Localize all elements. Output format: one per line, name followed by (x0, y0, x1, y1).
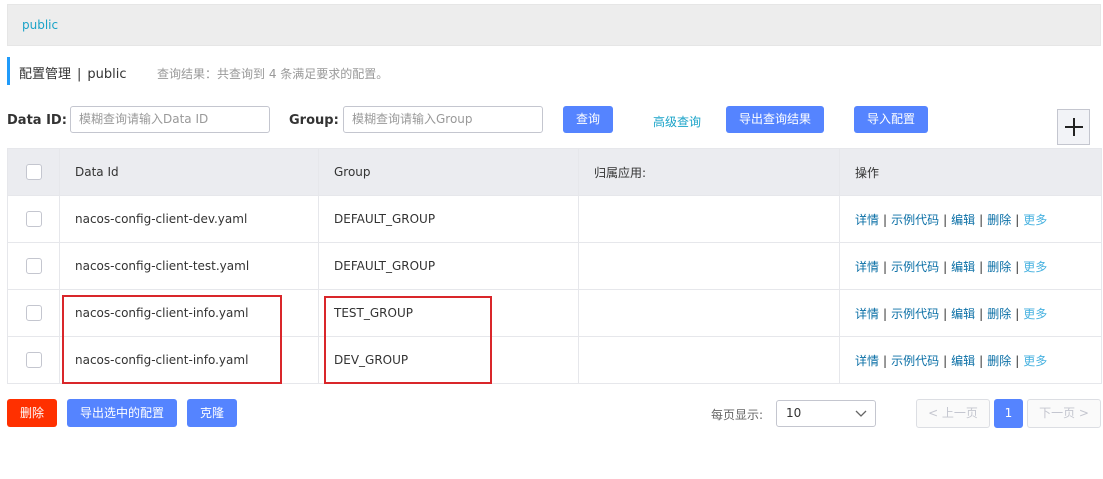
cell-group: DEFAULT_GROUP (318, 195, 579, 243)
delete-link[interactable]: 删除 (987, 260, 1011, 274)
page-size-value: 10 (786, 406, 802, 420)
action-separator: | (943, 259, 948, 274)
detail-link[interactable]: 详情 (855, 213, 879, 227)
row-checkbox[interactable] (25, 211, 42, 227)
query-button[interactable]: 查询 (563, 106, 613, 133)
action-separator: | (883, 212, 888, 227)
cell-app (578, 336, 840, 384)
action-separator: | (943, 212, 948, 227)
sample-code-link[interactable]: 示例代码 (891, 213, 939, 227)
page-title: 配置管理 | public (19, 63, 127, 82)
export-results-button[interactable]: 导出查询结果 (726, 106, 824, 133)
cell-actions: 详情 | 示例代码 | 编辑 | 删除 | 更多 (839, 242, 1102, 290)
row-checkbox[interactable] (25, 305, 42, 321)
sample-code-link[interactable]: 示例代码 (891, 354, 939, 368)
data-id-label: Data ID: (7, 113, 67, 128)
cell-data-id: nacos-config-client-dev.yaml (59, 195, 319, 243)
delete-link[interactable]: 删除 (987, 307, 1011, 321)
cell-app (578, 242, 840, 290)
table-row: nacos-config-client-dev.yaml DEFAULT_GRO… (7, 195, 1102, 243)
column-header-actions: 操作 (839, 148, 1102, 196)
cell-app (578, 289, 840, 337)
page-size-label: 每页显示: (711, 408, 764, 422)
action-separator: | (1015, 306, 1020, 321)
action-separator: | (943, 306, 948, 321)
cell-actions: 详情 | 示例代码 | 编辑 | 删除 | 更多 (839, 195, 1102, 243)
delete-link[interactable]: 删除 (987, 354, 1011, 368)
edit-link[interactable]: 编辑 (951, 213, 975, 227)
next-page-button[interactable]: 下一页 > (1027, 399, 1101, 428)
detail-link[interactable]: 详情 (855, 307, 879, 321)
clone-button[interactable]: 克隆 (187, 399, 237, 427)
title-accent-bar (7, 57, 10, 85)
cell-group: DEFAULT_GROUP (318, 242, 579, 290)
page-1-button[interactable]: 1 (994, 399, 1023, 428)
row-checkbox[interactable] (25, 352, 42, 368)
chevron-down-icon (855, 410, 867, 417)
detail-link[interactable]: 详情 (855, 260, 879, 274)
highlight-box-data-id (62, 295, 282, 384)
action-separator: | (943, 353, 948, 368)
more-link[interactable]: 更多 (1023, 354, 1047, 368)
page-size-select[interactable]: 10 (776, 400, 876, 427)
select-all-checkbox[interactable] (25, 164, 42, 180)
group-input[interactable]: 模糊查询请输入Group (343, 106, 543, 133)
cell-actions: 详情 | 示例代码 | 编辑 | 删除 | 更多 (839, 289, 1102, 337)
page-header: 配置管理 | public 查询结果：共查询到 4 条满足要求的配置。 (7, 57, 707, 85)
edit-link[interactable]: 编辑 (951, 307, 975, 321)
prev-page-button[interactable]: < 上一页 (916, 399, 990, 428)
cell-actions: 详情 | 示例代码 | 编辑 | 删除 | 更多 (839, 336, 1102, 384)
more-link[interactable]: 更多 (1023, 260, 1047, 274)
more-link[interactable]: 更多 (1023, 307, 1047, 321)
detail-link[interactable]: 详情 (855, 354, 879, 368)
column-header-data-id: Data Id (59, 148, 319, 196)
add-config-button[interactable] (1057, 109, 1090, 145)
namespace-item-public[interactable]: public (22, 18, 58, 32)
group-label: Group: (289, 113, 339, 128)
table-row: nacos-config-client-test.yaml DEFAULT_GR… (7, 242, 1102, 290)
row-checkbox[interactable] (25, 258, 42, 274)
action-separator: | (979, 212, 984, 227)
action-separator: | (979, 259, 984, 274)
action-separator: | (979, 353, 984, 368)
action-separator: | (979, 306, 984, 321)
edit-link[interactable]: 编辑 (951, 354, 975, 368)
edit-link[interactable]: 编辑 (951, 260, 975, 274)
delete-link[interactable]: 删除 (987, 213, 1011, 227)
sample-code-link[interactable]: 示例代码 (891, 307, 939, 321)
action-separator: | (1015, 353, 1020, 368)
action-separator: | (883, 353, 888, 368)
sample-code-link[interactable]: 示例代码 (891, 260, 939, 274)
highlight-box-group (324, 296, 492, 384)
more-link[interactable]: 更多 (1023, 213, 1047, 227)
export-selected-button[interactable]: 导出选中的配置 (67, 399, 177, 427)
column-header-app: 归属应用: (578, 148, 840, 196)
action-separator: | (1015, 212, 1020, 227)
title-separator: | (77, 67, 82, 82)
page-title-namespace: public (87, 67, 127, 82)
plus-icon (1064, 118, 1083, 136)
advanced-query-link[interactable]: 高级查询 (653, 113, 701, 130)
query-result-text: 查询结果：共查询到 4 条满足要求的配置。 (157, 67, 389, 81)
action-separator: | (883, 259, 888, 274)
namespace-bar: public (7, 4, 1101, 46)
cell-app (578, 195, 840, 243)
import-config-button[interactable]: 导入配置 (854, 106, 928, 133)
action-separator: | (1015, 259, 1020, 274)
column-header-group: Group (318, 148, 579, 196)
action-separator: | (883, 306, 888, 321)
cell-data-id: nacos-config-client-test.yaml (59, 242, 319, 290)
page-title-text: 配置管理 (19, 67, 72, 82)
table-header-row: Data Id Group 归属应用: 操作 (7, 148, 1102, 196)
delete-selected-button[interactable]: 删除 (7, 399, 57, 427)
data-id-input[interactable]: 模糊查询请输入Data ID (70, 106, 270, 133)
select-all-cell (7, 148, 60, 196)
